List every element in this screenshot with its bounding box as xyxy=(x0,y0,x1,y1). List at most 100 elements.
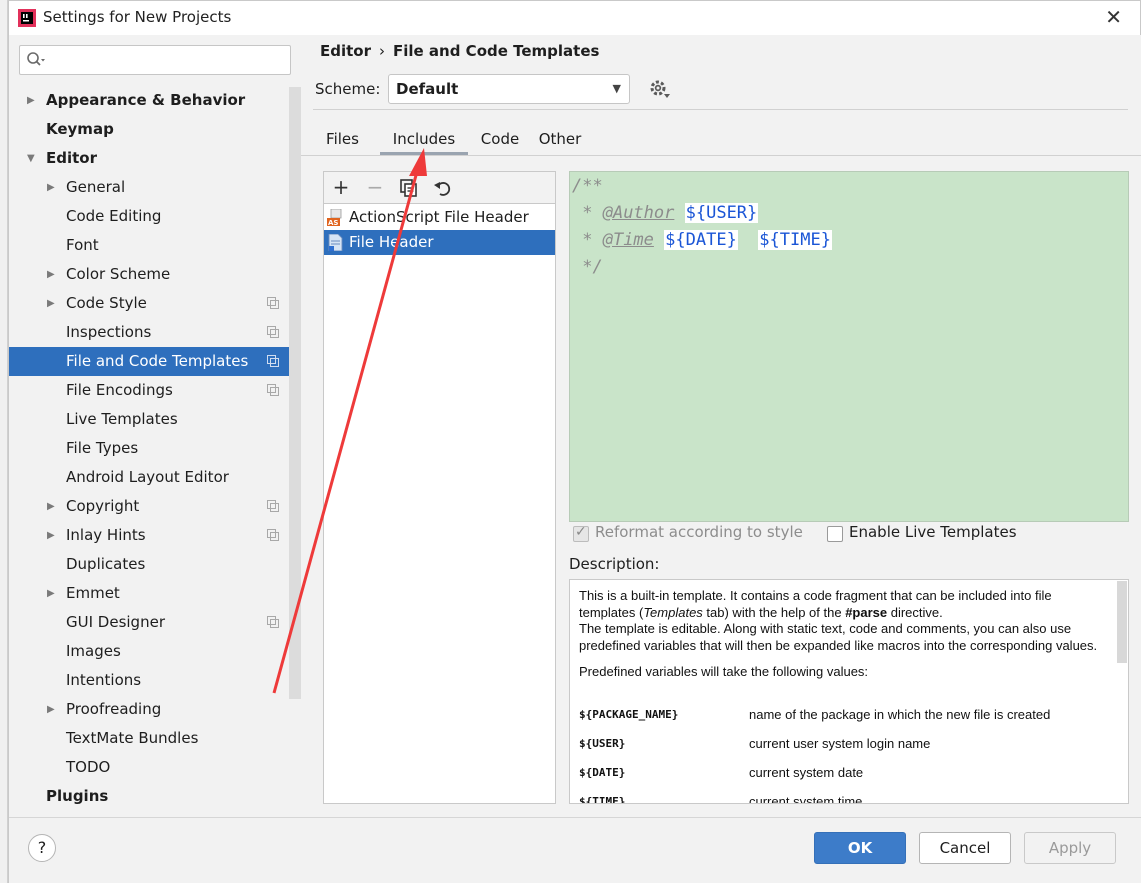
sidebar-item-file-encodings[interactable]: File Encodings xyxy=(9,376,289,405)
sidebar-item-keymap[interactable]: Keymap xyxy=(9,115,289,144)
sidebar-item-textmate-bundles[interactable]: TextMate Bundles xyxy=(9,724,289,753)
chevron-right-icon[interactable]: ▶ xyxy=(47,695,55,724)
sidebar-item-proofreading[interactable]: ▶ Proofreading xyxy=(9,695,289,724)
sidebar-item-todo[interactable]: TODO xyxy=(9,753,289,782)
sidebar-item-android-layout-editor[interactable]: Android Layout Editor xyxy=(9,463,289,492)
chevron-right-icon[interactable]: ▶ xyxy=(47,173,55,202)
help-button[interactable]: ? xyxy=(28,834,56,862)
sidebar-item-label: Font xyxy=(66,236,99,254)
apply-button[interactable]: Apply xyxy=(1024,832,1116,864)
sidebar-item-intentions[interactable]: Intentions xyxy=(9,666,289,695)
close-icon[interactable]: ✕ xyxy=(1105,5,1122,29)
sidebar-item-code-editing[interactable]: Code Editing xyxy=(9,202,289,231)
sidebar-item-duplicates[interactable]: Duplicates xyxy=(9,550,289,579)
sidebar-item-label: GUI Designer xyxy=(66,613,165,631)
ok-button[interactable]: OK xyxy=(814,832,906,864)
chevron-right-icon[interactable]: ▶ xyxy=(47,579,55,608)
sidebar-item-label: Emmet xyxy=(66,584,120,602)
sidebar-item-file-types[interactable]: File Types xyxy=(9,434,289,463)
sidebar-scrollbar[interactable] xyxy=(289,87,301,699)
search-box[interactable] xyxy=(19,45,291,75)
template-list-item[interactable]: File Header xyxy=(324,230,555,255)
tabs-divider xyxy=(301,155,1141,156)
date-variable: ${DATE} xyxy=(664,230,738,250)
sidebar-item-font[interactable]: Font xyxy=(9,231,289,260)
chevron-right-icon[interactable]: ▶ xyxy=(47,260,55,289)
search-icon xyxy=(27,52,45,66)
live-templates-label: Enable Live Templates xyxy=(849,523,1017,541)
chevron-down-icon[interactable]: ▼ xyxy=(27,144,35,173)
variable-row: ${DATE} current system date xyxy=(579,765,1109,795)
sidebar-item-label: File and Code Templates xyxy=(66,352,249,370)
project-scope-icon xyxy=(267,500,279,512)
scheme-dropdown[interactable]: Default ▼ xyxy=(388,74,630,104)
settings-sidebar: ▶ Appearance & Behavior Keymap ▼ Editor ▶ Gene… xyxy=(9,35,301,817)
description-scrollbar[interactable] xyxy=(1117,581,1127,663)
title-bar: Settings for New Projects ✕ xyxy=(9,1,1140,35)
gear-icon[interactable] xyxy=(649,79,671,101)
sidebar-item-label: Inspections xyxy=(66,323,152,341)
sidebar-item-label: Inlay Hints xyxy=(66,526,146,544)
sidebar-item-appearance-behavior[interactable]: ▶ Appearance & Behavior xyxy=(9,86,289,115)
copy-icon[interactable] xyxy=(398,177,420,199)
project-scope-icon xyxy=(267,529,279,541)
sidebar-item-label: Duplicates xyxy=(66,555,146,573)
tab-files[interactable]: Files xyxy=(315,125,370,155)
sidebar-item-label: TextMate Bundles xyxy=(66,729,199,747)
breadcrumb-parent[interactable]: Editor xyxy=(320,42,371,60)
variable-row: ${USER} current user system login name xyxy=(579,736,1109,766)
file-icon xyxy=(328,234,343,251)
sidebar-item-label: TODO xyxy=(66,758,111,776)
sidebar-item-emmet[interactable]: ▶ Emmet xyxy=(9,579,289,608)
description-label: Description: xyxy=(569,555,660,573)
reformat-checkbox[interactable]: ✓ xyxy=(573,524,589,542)
sidebar-item-plugins[interactable]: Plugins xyxy=(9,782,289,811)
code-line-1: /** xyxy=(572,176,603,196)
chevron-right-icon[interactable]: ▶ xyxy=(27,86,35,115)
sidebar-item-gui-designer[interactable]: GUI Designer xyxy=(9,608,289,637)
sidebar-item-file-and-code-templates[interactable]: File and Code Templates xyxy=(9,347,289,376)
sidebar-item-copyright[interactable]: ▶ Copyright xyxy=(9,492,289,521)
sidebar-item-inlay-hints[interactable]: ▶ Inlay Hints xyxy=(9,521,289,550)
sidebar-item-label: Android Layout Editor xyxy=(66,468,229,486)
variable-row: ${PACKAGE_NAME} name of the package in wh… xyxy=(579,707,1109,737)
chevron-down-icon: ▼ xyxy=(612,82,621,95)
chevron-right-icon[interactable]: ▶ xyxy=(47,521,55,550)
template-editor[interactable]: /** * @Author ${USER} * @Time ${DATE} ${… xyxy=(569,171,1129,522)
author-tag: @Author xyxy=(602,203,675,223)
project-scope-icon xyxy=(267,616,279,628)
templates-tab-ref: Templates xyxy=(643,604,703,620)
sidebar-item-label: File Encodings xyxy=(66,381,173,399)
remove-template-button[interactable]: − xyxy=(364,177,386,199)
template-list-panel: + − AS ActionScript File Header File Heade… xyxy=(323,171,556,804)
intellij-icon xyxy=(18,9,36,27)
cancel-button[interactable]: Cancel xyxy=(919,832,1011,864)
chevron-right-icon[interactable]: ▶ xyxy=(47,492,55,521)
project-scope-icon xyxy=(267,355,279,367)
template-list-item[interactable]: AS ActionScript File Header xyxy=(324,205,555,230)
actionscript-file-icon: AS xyxy=(327,209,342,226)
sidebar-item-label: Keymap xyxy=(46,120,114,138)
variable-description: current user system login name xyxy=(749,736,931,751)
reformat-label: Reformat according to style xyxy=(595,523,803,541)
undo-icon[interactable] xyxy=(432,177,454,199)
chevron-right-icon[interactable]: ▶ xyxy=(47,289,55,318)
dialog-footer: ? OK Cancel Apply xyxy=(9,817,1141,883)
sidebar-item-color-scheme[interactable]: ▶ Color Scheme xyxy=(9,260,289,289)
tab-includes[interactable]: Includes xyxy=(380,125,468,155)
background-window-edge xyxy=(0,0,8,883)
sidebar-item-live-templates[interactable]: Live Templates xyxy=(9,405,289,434)
search-input[interactable] xyxy=(50,49,285,71)
live-templates-checkbox[interactable] xyxy=(827,526,843,542)
window-title: Settings for New Projects xyxy=(43,8,232,26)
sidebar-item-code-style[interactable]: ▶ Code Style xyxy=(9,289,289,318)
sidebar-item-images[interactable]: Images xyxy=(9,637,289,666)
tab-code[interactable]: Code xyxy=(475,125,525,155)
sidebar-item-editor[interactable]: ▼ Editor xyxy=(9,144,289,173)
tab-other[interactable]: Other xyxy=(535,125,585,155)
sidebar-item-inspections[interactable]: Inspections xyxy=(9,318,289,347)
sidebar-item-general[interactable]: ▶ General xyxy=(9,173,289,202)
sidebar-item-label: Editor xyxy=(46,149,97,167)
sidebar-item-label: Live Templates xyxy=(66,410,178,428)
add-template-button[interactable]: + xyxy=(330,177,352,199)
